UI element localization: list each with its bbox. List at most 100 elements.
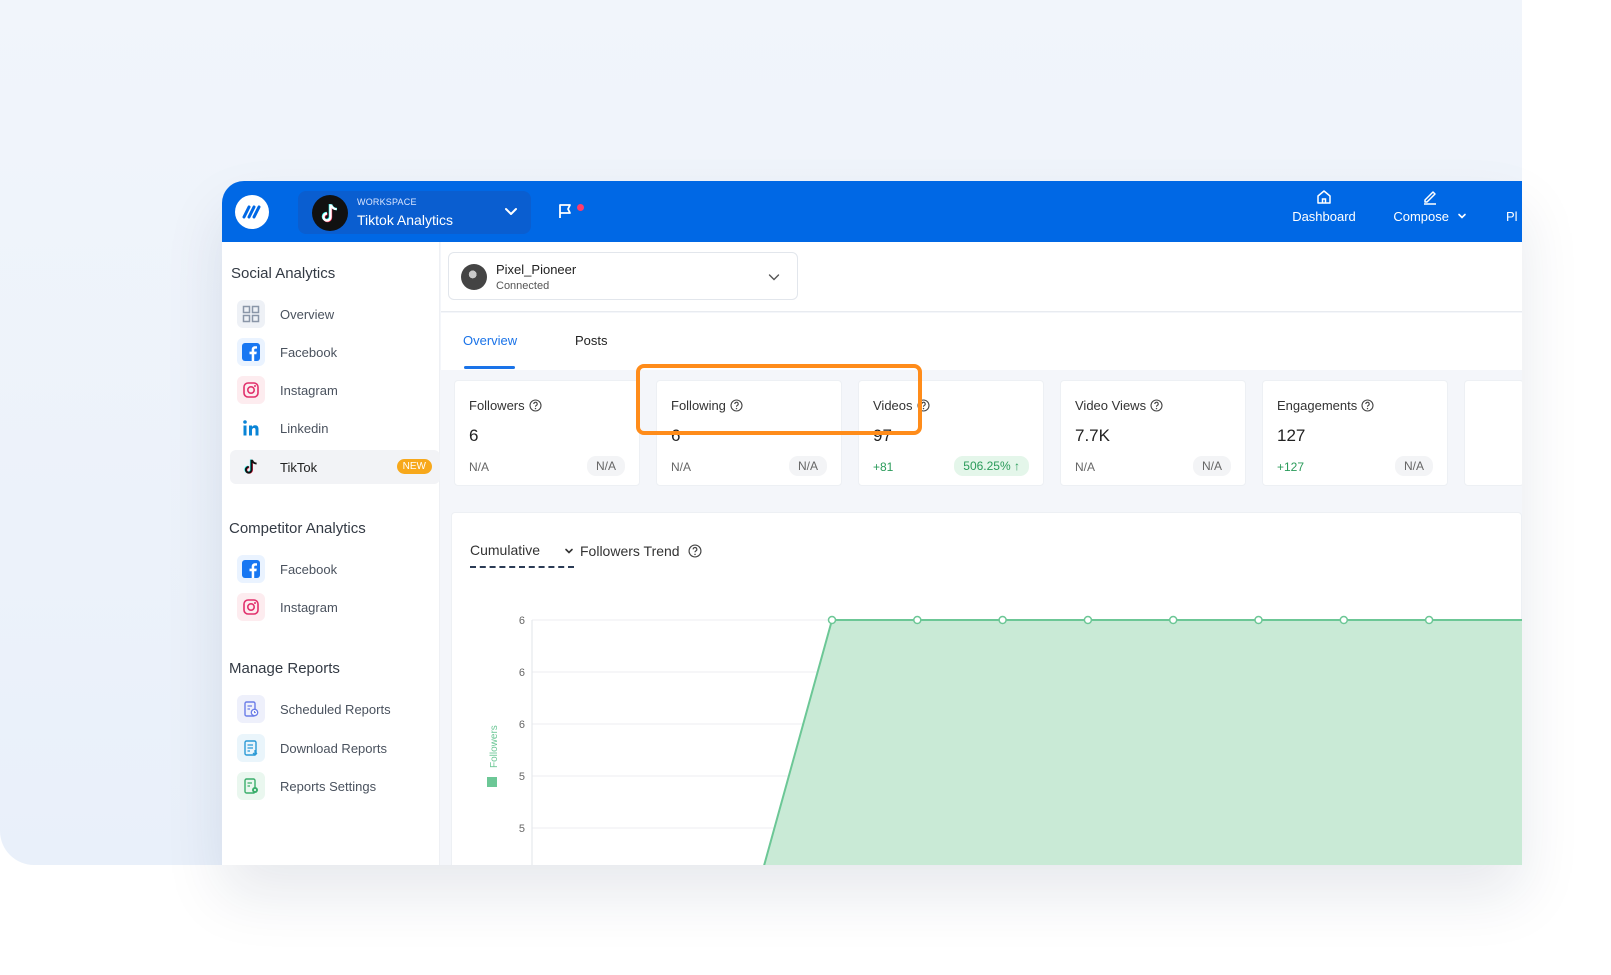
- sidebar-item-reports-settings[interactable]: Reports Settings: [230, 769, 440, 803]
- sidebar-item-label: Facebook: [280, 561, 338, 577]
- app-window: WORKSPACE Tiktok Analytics Dashboard Com…: [222, 181, 1522, 865]
- stat-delta: N/A: [469, 460, 490, 474]
- sidebar-item-label: TikTok: [280, 459, 318, 475]
- grid-icon: [237, 300, 265, 328]
- logo-icon: [242, 205, 261, 219]
- nav-compose[interactable]: Compose: [1384, 189, 1476, 235]
- data-point: [827, 615, 837, 625]
- chevron-down-icon: [1457, 213, 1466, 219]
- stat-change-badge: N/A: [788, 456, 827, 476]
- top-navigation-bar: WORKSPACE Tiktok Analytics Dashboard Com…: [222, 181, 1522, 242]
- data-point: [913, 615, 922, 625]
- sidebar-item-overview[interactable]: Overview: [230, 297, 440, 331]
- instagram-icon: [237, 593, 265, 621]
- stat-change-badge: 506.25% ↑: [954, 456, 1029, 476]
- facebook-icon: [237, 338, 265, 366]
- nav-dashboard[interactable]: Dashboard: [1278, 189, 1370, 235]
- y-axis-label: Followers: [489, 725, 500, 768]
- sidebar-item-competitor-instagram[interactable]: Instagram: [230, 590, 440, 624]
- nav-dashboard-label: Dashboard: [1292, 209, 1356, 224]
- sidebar-item-tiktok[interactable]: TikTok NEW: [230, 450, 440, 484]
- new-badge: NEW: [396, 459, 432, 474]
- tiktok-icon: [321, 204, 338, 223]
- y-tick-label: 5: [519, 771, 525, 783]
- stat-value: 7.7K: [1075, 426, 1110, 445]
- account-status: Connected: [496, 280, 550, 292]
- workspace-switcher[interactable]: WORKSPACE Tiktok Analytics: [298, 191, 531, 234]
- sidebar-item-label: Linkedin: [280, 420, 329, 436]
- followers-area: [764, 620, 1522, 865]
- stat-delta: +127: [1277, 460, 1305, 474]
- account-selector[interactable]: Pixel_Pioneer Connected: [448, 252, 798, 300]
- nav-compose-label: Compose: [1393, 209, 1449, 224]
- home-icon: [1317, 190, 1331, 204]
- competitor-analytics-title: Competitor Analytics: [229, 520, 366, 537]
- account-selector-bar: Pixel_Pioneer Connected: [441, 242, 1522, 312]
- stat-change-badge: N/A: [1394, 456, 1433, 476]
- tabs-bar: Overview Posts: [441, 313, 1522, 370]
- nav-planner-partial[interactable]: Pl: [1506, 189, 1522, 235]
- facebook-icon: [237, 555, 265, 583]
- download-report-icon: [237, 734, 265, 762]
- y-tick-label: 5: [519, 823, 525, 835]
- notification-dot: [577, 204, 584, 211]
- sidebar-item-label: Overview: [280, 306, 335, 322]
- tiktok-icon: [237, 453, 265, 481]
- stat-change-badge: N/A: [586, 456, 625, 476]
- stat-card-partial: [1464, 380, 1522, 486]
- flag-icon[interactable]: [558, 203, 573, 219]
- linkedin-icon: [237, 414, 265, 442]
- workspace-caption: WORKSPACE: [357, 197, 417, 207]
- sidebar: Social Analytics Overview Facebook Insta…: [222, 242, 440, 865]
- account-avatar: [461, 264, 487, 290]
- data-point: [998, 615, 1007, 625]
- data-point: [1424, 615, 1434, 625]
- stat-value: 127: [1277, 426, 1306, 445]
- data-point: [1168, 615, 1178, 625]
- scheduled-report-icon: [237, 695, 265, 723]
- stat-title: Video Views: [1075, 398, 1147, 413]
- data-point: [1083, 615, 1093, 625]
- tab-overview[interactable]: Overview: [463, 333, 517, 348]
- sidebar-item-download-reports[interactable]: Download Reports: [230, 731, 440, 765]
- sidebar-item-instagram[interactable]: Instagram: [230, 373, 440, 407]
- main-content: Pixel_Pioneer Connected Overview Posts F…: [441, 242, 1522, 865]
- tab-posts[interactable]: Posts: [575, 333, 608, 348]
- help-icon[interactable]: [1150, 399, 1163, 412]
- tiktok-workspace-avatar: [312, 195, 348, 231]
- stat-card-engagements: Engagements 127 +127 N/A: [1262, 380, 1448, 486]
- stat-title: Followers: [469, 398, 525, 413]
- help-icon[interactable]: [529, 399, 542, 412]
- followers-trend-chart-card: Cumulative Followers Trend 6 6 6 5 5 Follower…: [451, 512, 1522, 865]
- y-tick-label: 6: [519, 667, 525, 679]
- data-point: [1254, 615, 1263, 625]
- instagram-icon: [237, 376, 265, 404]
- stat-title: Engagements: [1277, 398, 1358, 413]
- y-tick-label: 6: [519, 719, 525, 731]
- stat-delta: N/A: [1075, 460, 1096, 474]
- sidebar-item-competitor-facebook[interactable]: Facebook: [230, 552, 440, 586]
- stat-card-followers: Followers 6 N/A N/A: [454, 380, 640, 486]
- sidebar-item-label: Download Reports: [280, 740, 387, 756]
- report-settings-icon: [237, 772, 265, 800]
- sidebar-item-label: Instagram: [280, 599, 338, 615]
- nav-planner-label: Pl: [1506, 209, 1518, 224]
- sidebar-item-facebook[interactable]: Facebook: [230, 335, 440, 369]
- followers-trend-chart: 6 6 6 5 5 Followers: [487, 615, 1522, 865]
- data-point: [1339, 615, 1349, 625]
- active-tab-indicator: [464, 366, 515, 369]
- help-icon[interactable]: [1361, 399, 1374, 412]
- sidebar-item-linkedin[interactable]: Linkedin: [230, 411, 440, 445]
- pencil-icon: [1424, 191, 1436, 205]
- account-name: Pixel_Pioneer: [496, 262, 577, 277]
- chevron-down-icon: [768, 274, 780, 281]
- legend-swatch: [487, 777, 497, 787]
- stat-delta: +81: [873, 460, 894, 474]
- sidebar-item-label: Instagram: [280, 382, 338, 398]
- stat-value: 6: [469, 426, 479, 445]
- app-logo[interactable]: [235, 195, 269, 229]
- tabs-highlight-box: [636, 364, 922, 435]
- workspace-name: Tiktok Analytics: [357, 212, 453, 228]
- sidebar-item-scheduled-reports[interactable]: Scheduled Reports: [230, 692, 440, 726]
- stat-delta: N/A: [671, 460, 692, 474]
